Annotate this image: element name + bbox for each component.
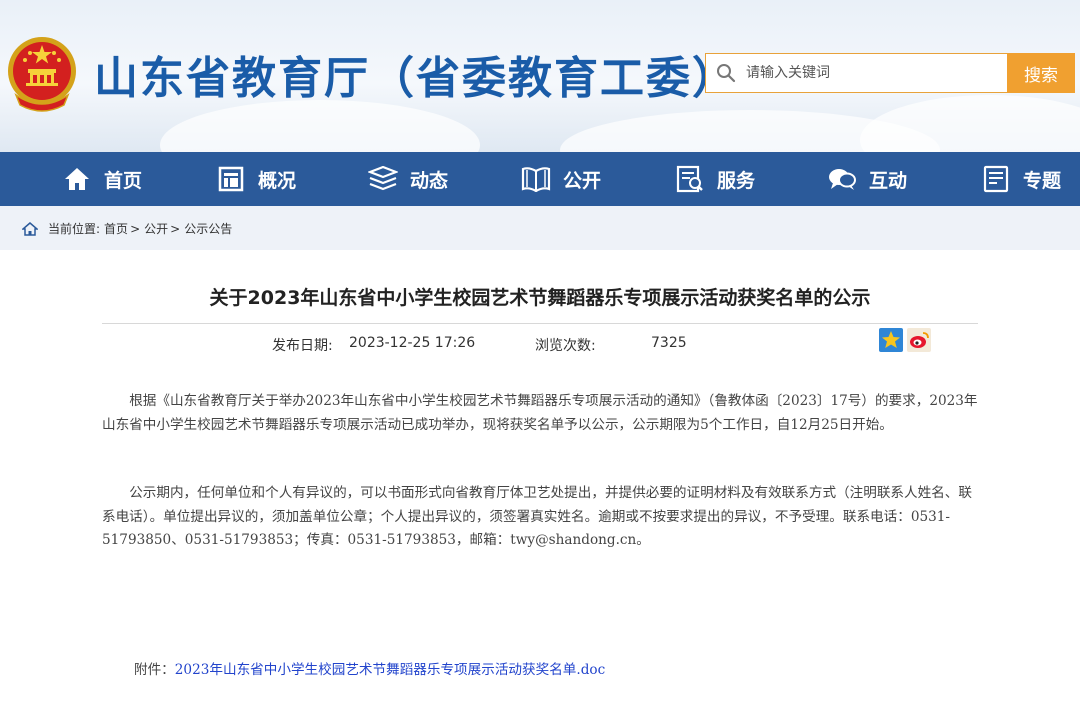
article-paragraph-2: 公示期内，任何单位和个人有异议的，可以书面形式向省教育厅体卫艺处提出，并提供必要… — [102, 485, 972, 548]
breadcrumb-bar: 当前位置: 首页 > 公开 > 公示公告 — [0, 206, 1080, 250]
breadcrumb-link-announcements[interactable]: 公示公告 — [184, 220, 232, 237]
title-divider — [102, 323, 978, 324]
publish-date: 2023-12-25 17:26 — [349, 335, 476, 351]
nav-label: 公开 — [563, 169, 602, 192]
breadcrumb-separator: > — [170, 221, 181, 236]
article-paragraph-1: 根据《山东省教育厅关于举办2023年山东省中小学生校园艺术节舞蹈器乐专项展示活动… — [102, 393, 978, 433]
publish-date-label: 发布日期: — [272, 338, 333, 354]
breadcrumb-link-public[interactable]: 公开 — [144, 220, 168, 237]
search-input[interactable] — [746, 65, 986, 81]
article-container: 关于2023年山东省中小学生校园艺术节舞蹈器乐专项展示活动获奖名单的公示 发布日… — [6, 250, 1074, 707]
topic-icon — [981, 164, 1011, 194]
site-title: 山东省教育厅（省委教育工委） — [94, 53, 738, 104]
weibo-share-icon[interactable] — [907, 328, 931, 352]
views-label: 浏览次数: — [535, 338, 596, 354]
nav-label: 互动 — [869, 169, 908, 192]
nav-label: 专题 — [1023, 169, 1062, 192]
national-emblem-icon[interactable] — [6, 33, 78, 113]
nav-item-interact[interactable]: 互动 — [827, 152, 907, 206]
chat-icon — [827, 164, 857, 194]
home-icon — [62, 164, 92, 194]
breadcrumb: 当前位置: 首页 > 公开 > 公示公告 — [22, 220, 232, 237]
attachment: 附件：2023年山东省中小学生校园艺术节舞蹈器乐专项展示活动获奖名单.doc — [134, 658, 605, 678]
nav-label: 动态 — [410, 169, 449, 192]
nav-item-public[interactable]: 公开 — [521, 152, 601, 206]
nav-label: 首页 — [104, 169, 143, 192]
attachment-label: 附件： — [134, 662, 175, 678]
nav-item-home[interactable]: 首页 — [62, 152, 142, 206]
news-icon — [368, 164, 398, 194]
main-nav: 首页 概况 动态 公开 服务 互动 专题 — [0, 152, 1080, 206]
breadcrumb-link-home[interactable]: 首页 — [104, 220, 128, 237]
book-icon — [521, 164, 551, 194]
header-cloud-decoration — [860, 95, 1080, 152]
site-header: 山东省教育厅（省委教育工委） 搜索 — [0, 0, 1080, 152]
nav-item-topic[interactable]: 专题 — [981, 152, 1061, 206]
breadcrumb-separator: > — [130, 221, 141, 236]
overview-icon — [216, 164, 246, 194]
attachment-link[interactable]: 2023年山东省中小学生校园艺术节舞蹈器乐专项展示活动获奖名单.doc — [175, 662, 605, 678]
search-box — [705, 53, 1007, 93]
nav-label: 概况 — [258, 169, 297, 192]
location-home-icon — [22, 221, 38, 236]
header-cloud-decoration — [160, 100, 480, 152]
qzone-share-icon[interactable] — [879, 328, 903, 352]
service-icon — [675, 164, 705, 194]
search-icon — [706, 53, 746, 93]
article-title: 关于2023年山东省中小学生校园艺术节舞蹈器乐专项展示活动获奖名单的公示 — [209, 287, 871, 309]
nav-label: 服务 — [717, 169, 756, 192]
nav-item-news[interactable]: 动态 — [368, 152, 448, 206]
nav-item-overview[interactable]: 概况 — [216, 152, 296, 206]
views-count: 7325 — [651, 335, 687, 351]
nav-item-service[interactable]: 服务 — [675, 152, 755, 206]
breadcrumb-prefix: 当前位置: — [48, 222, 101, 236]
search-button[interactable]: 搜索 — [1007, 53, 1075, 93]
